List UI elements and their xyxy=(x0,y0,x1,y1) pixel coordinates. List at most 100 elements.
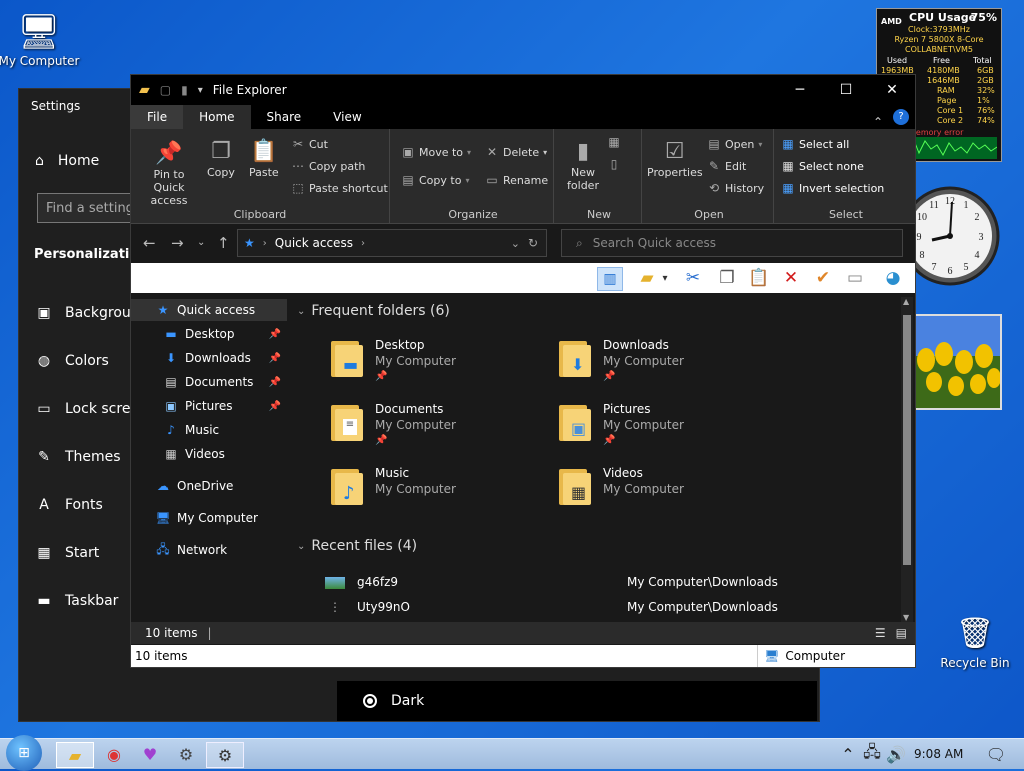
nav-item-my-computer[interactable]: 🖥 My Computer xyxy=(131,507,287,529)
pin-quick-access-button[interactable]: 📌 Pin to Quick access xyxy=(137,141,201,207)
nav-item-desktop[interactable]: ▬ Desktop 📌 xyxy=(131,323,287,345)
search-input[interactable]: ⌕ Search Quick access xyxy=(561,229,903,257)
copy-path-button[interactable]: ⋯ Copy path xyxy=(291,159,365,173)
settings-item-start[interactable]: ▦ Start xyxy=(35,545,99,561)
new-folder-qat-icon[interactable]: ▮ xyxy=(181,83,188,97)
settings-home[interactable]: ⌂ Home xyxy=(35,153,99,169)
properties-qat-icon[interactable]: ▢ xyxy=(160,83,171,97)
tab-share[interactable]: Share xyxy=(251,105,318,129)
close-button[interactable]: ✕ xyxy=(869,75,915,105)
nav-item-onedrive[interactable]: ☁ OneDrive xyxy=(131,475,287,497)
help-icon[interactable]: ? xyxy=(893,109,909,125)
content-scrollbar[interactable]: ▲ ▼ xyxy=(901,297,913,622)
taskbar-app-2[interactable]: ⚙ xyxy=(168,742,204,766)
address-input[interactable]: ★ › Quick access › ⌄ ↻ xyxy=(237,229,547,257)
tab-home[interactable]: Home xyxy=(183,105,251,129)
large-icons-view-icon[interactable]: ▤ xyxy=(896,626,907,640)
nav-item-pictures[interactable]: ▣ Pictures 📌 xyxy=(131,395,287,417)
qat-dropdown-icon[interactable]: ▾ xyxy=(198,85,203,96)
details-view-icon[interactable]: ☰ xyxy=(875,626,886,640)
globe-icon[interactable]: ◕ xyxy=(881,267,905,289)
properties-button[interactable]: ☑ Properties xyxy=(647,139,703,179)
maximize-button[interactable]: ☐ xyxy=(823,75,869,105)
properties-icon[interactable]: ▭ xyxy=(843,267,867,289)
taskbar-chrome[interactable]: ◉ xyxy=(96,742,132,766)
nav-item-music[interactable]: ♪ Music xyxy=(131,419,287,441)
preview-pane-icon[interactable]: ▥ xyxy=(597,267,623,291)
paste-button[interactable]: 📋 Paste xyxy=(249,139,279,179)
recent-files-header[interactable]: ⌄ Recent files (4) xyxy=(297,538,417,554)
settings-item-colors[interactable]: ◍ Colors xyxy=(35,353,109,369)
action-center-icon[interactable]: 🗨 xyxy=(978,742,1014,766)
forward-button[interactable]: → xyxy=(171,234,184,252)
desktop-icon-my-computer[interactable]: 🖥 My Computer xyxy=(0,10,84,68)
settings-item-taskbar[interactable]: ▬ Taskbar xyxy=(35,593,118,609)
tab-view[interactable]: View xyxy=(317,105,377,129)
nav-item-network[interactable]: 🖧 Network xyxy=(131,539,287,561)
scrollbar-thumb[interactable] xyxy=(903,315,911,565)
settings-item-fonts[interactable]: A Fonts xyxy=(35,497,103,513)
recent-file-row[interactable]: g46fz9 My Computer\Downloads xyxy=(325,575,778,589)
copy-icon[interactable]: ❐ xyxy=(715,267,739,289)
refresh-icon[interactable]: ↻ xyxy=(528,236,538,250)
nav-item-downloads[interactable]: ⬇ Downloads 📌 xyxy=(131,347,287,369)
scroll-up-icon[interactable]: ▲ xyxy=(903,297,909,306)
frequent-folders-header[interactable]: ⌄ Frequent folders (6) xyxy=(297,303,450,319)
open-button[interactable]: ▤ Open ▾ xyxy=(707,137,762,151)
recent-file-row[interactable]: ⋮ Uty99nO My Computer\Downloads xyxy=(325,600,778,614)
copy-to-button[interactable]: ▤ Copy to ▾ xyxy=(401,173,469,187)
ribbon-collapse-icon[interactable]: ⌃ xyxy=(873,115,893,129)
select-none-button[interactable]: ▦ Select none xyxy=(781,159,864,173)
volume-icon[interactable]: 🔊 xyxy=(884,742,908,766)
tab-file[interactable]: File xyxy=(131,105,184,129)
cut-icon[interactable]: ✂ xyxy=(681,267,705,289)
copy-button[interactable]: ❐ Copy xyxy=(207,139,235,179)
nav-item-documents[interactable]: ▤ Documents 📌 xyxy=(131,371,287,393)
file-explorer-window[interactable]: ▰ ▢ ▮ ▾ File Explorer ─ ☐ ✕ File Home Sh… xyxy=(130,74,916,668)
back-button[interactable]: ← xyxy=(143,234,156,252)
edit-button[interactable]: ✎ Edit xyxy=(707,159,746,173)
folder-tree-icon[interactable]: ▰ xyxy=(635,267,659,289)
minimize-button[interactable]: ─ xyxy=(777,75,823,105)
explorer-titlebar[interactable]: ▰ ▢ ▮ ▾ File Explorer ─ ☐ ✕ xyxy=(131,75,915,105)
nav-item-quick-access[interactable]: ★ Quick access xyxy=(131,299,287,321)
address-dropdown-icon[interactable]: ⌄ xyxy=(511,237,520,250)
paste-icon[interactable]: 📋 xyxy=(747,267,771,289)
slideshow-gadget[interactable] xyxy=(912,314,1002,410)
taskbar-app[interactable]: ♥ xyxy=(132,742,168,766)
paste-shortcut-button[interactable]: ⬚ Paste shortcut xyxy=(291,181,387,195)
network-tray-icon[interactable]: 🖧 xyxy=(860,742,884,766)
nav-item-videos[interactable]: ▦ Videos xyxy=(131,443,287,465)
scroll-down-icon[interactable]: ▼ xyxy=(903,613,909,622)
recent-locations-icon[interactable]: ⌄ xyxy=(197,237,205,248)
desktop-icon-recycle-bin[interactable]: 🗑 Recycle Bin xyxy=(930,612,1020,670)
rename-button[interactable]: ▭ Rename xyxy=(485,173,548,187)
new-folder-button[interactable]: ▮ New folder xyxy=(565,139,601,192)
folder-tile-pictures[interactable]: ▣ Pictures My Computer 📌 xyxy=(559,401,684,449)
toolbar-dropdown-icon[interactable]: ▾ xyxy=(659,267,671,289)
taskbar-file-explorer[interactable]: ▰ xyxy=(56,742,94,768)
folder-tile-downloads[interactable]: ⬇ Downloads My Computer 📌 xyxy=(559,337,684,385)
invert-selection-button[interactable]: ▦ Invert selection xyxy=(781,181,884,195)
history-button[interactable]: ⟲ History xyxy=(707,181,764,195)
taskbar-clock[interactable]: 9:08 AM xyxy=(914,747,963,761)
move-to-button[interactable]: ▣ Move to ▾ xyxy=(401,145,471,159)
cut-button[interactable]: ✂ Cut xyxy=(291,137,328,151)
folder-tile-music[interactable]: ♪ Music My Computer xyxy=(331,465,456,505)
new-item-button[interactable]: ▦ xyxy=(607,135,621,149)
breadcrumb-quick-access[interactable]: Quick access xyxy=(275,236,353,250)
select-all-button[interactable]: ▦ Select all xyxy=(781,137,849,151)
folder-tile-documents[interactable]: ≡ Documents My Computer 📌 xyxy=(331,401,456,449)
delete-button[interactable]: ✕ Delete ▾ xyxy=(485,145,547,159)
folder-tile-desktop[interactable]: ▬ Desktop My Computer 📌 xyxy=(331,337,456,385)
start-button[interactable]: ⊞ xyxy=(6,735,42,771)
settings-item-themes[interactable]: ✎ Themes xyxy=(35,449,120,465)
taskbar-settings[interactable]: ⚙ xyxy=(206,742,244,768)
folder-tile-videos[interactable]: ▦ Videos My Computer xyxy=(559,465,684,505)
dark-mode-radio[interactable]: Dark xyxy=(337,681,817,721)
delete-icon[interactable]: ✕ xyxy=(779,267,803,289)
tray-expand-icon[interactable]: ⌃ xyxy=(836,742,860,766)
up-button[interactable]: ↑ xyxy=(217,234,230,252)
checkmark-icon[interactable]: ✔ xyxy=(811,267,835,289)
easy-access-button[interactable]: ▯ xyxy=(607,157,621,171)
